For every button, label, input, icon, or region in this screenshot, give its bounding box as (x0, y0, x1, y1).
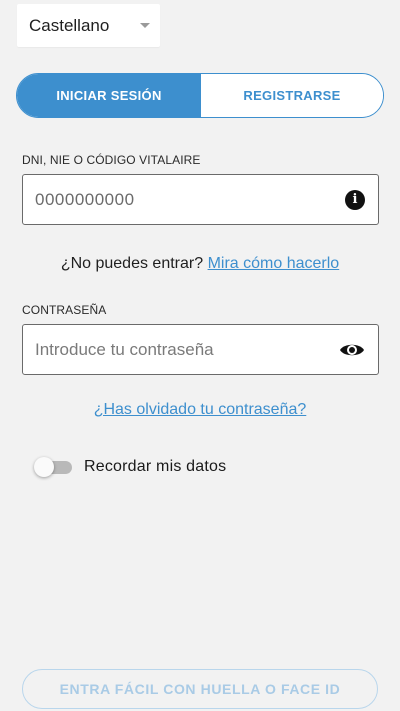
id-field-value[interactable]: 0000000000 (35, 190, 135, 210)
language-select-value: Castellano (29, 15, 110, 35)
password-field[interactable] (22, 324, 379, 375)
language-select[interactable]: Castellano (17, 4, 160, 47)
toggle-knob (34, 457, 54, 477)
forgot-password-container: ¿Has olvidado tu contraseña? (0, 401, 400, 419)
password-input[interactable] (35, 339, 315, 360)
help-text: ¿No puedes entrar? (60, 255, 204, 272)
password-field-label: CONTRASEÑA (22, 303, 107, 317)
auth-tabs: INICIAR SESIÓN REGISTRARSE (16, 73, 384, 118)
tab-register[interactable]: REGISTRARSE (201, 74, 383, 117)
id-field[interactable]: 0000000000 i (22, 174, 379, 225)
biometric-login-button[interactable]: ENTRA FÁCIL CON HUELLA O FACE ID (22, 669, 378, 709)
help-link[interactable]: Mira cómo hacerlo (208, 255, 340, 272)
remember-toggle[interactable] (34, 457, 72, 477)
chevron-down-icon (140, 23, 150, 28)
eye-icon[interactable] (339, 341, 365, 359)
help-line: ¿No puedes entrar? Mira cómo hacerlo (0, 255, 400, 273)
info-icon[interactable]: i (345, 189, 365, 210)
login-screen: Castellano INICIAR SESIÓN REGISTRARSE DN… (0, 0, 400, 711)
forgot-password-link[interactable]: ¿Has olvidado tu contraseña? (94, 401, 307, 418)
tab-login[interactable]: INICIAR SESIÓN (17, 74, 201, 117)
remember-row: Recordar mis datos (34, 457, 226, 477)
remember-label: Recordar mis datos (84, 458, 227, 475)
id-field-label: DNI, NIE O CÓDIGO VITALAIRE (22, 153, 201, 167)
